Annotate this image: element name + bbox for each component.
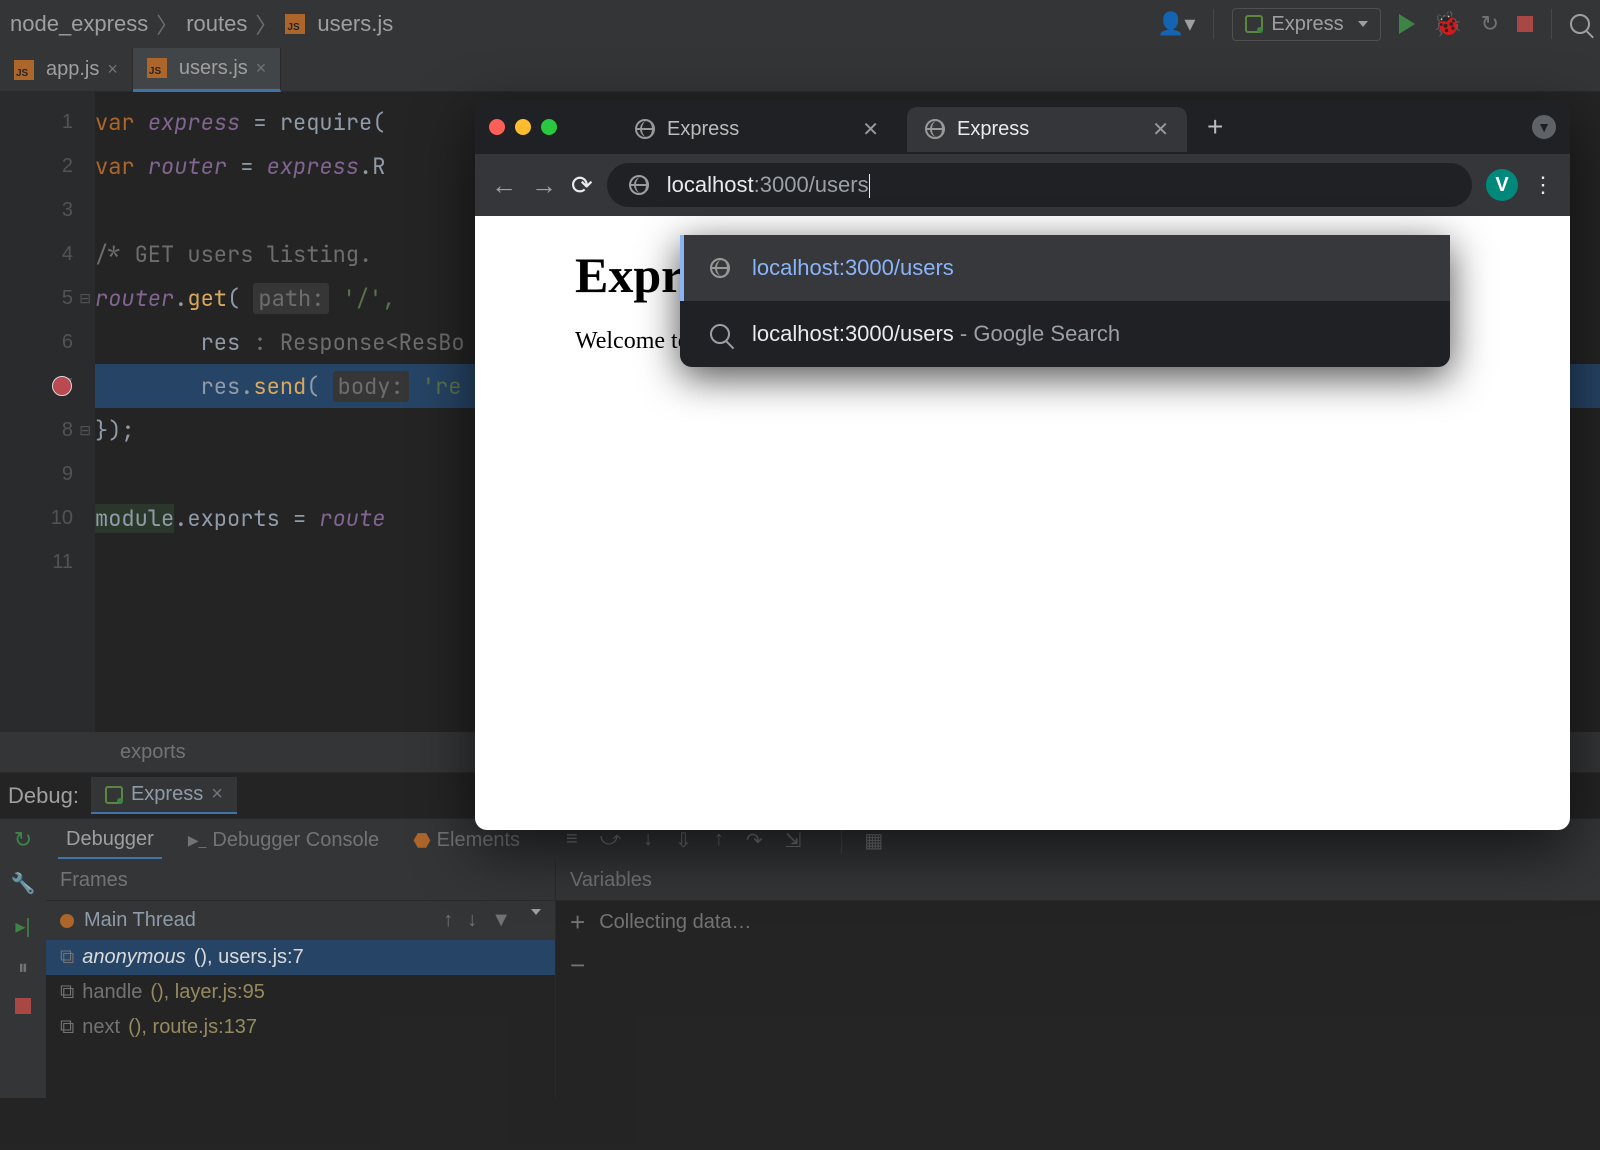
- globe-icon: [635, 119, 655, 139]
- close-icon[interactable]: ✕: [862, 117, 879, 142]
- omnibox-suggestion-search[interactable]: localhost:3000/users - Google Search: [680, 301, 1450, 367]
- text-cursor: [869, 174, 870, 198]
- reload-button[interactable]: ⟳: [571, 170, 593, 201]
- close-window-icon[interactable]: [489, 119, 505, 135]
- globe-icon: [925, 119, 945, 139]
- address-bar[interactable]: localhost:3000/users: [607, 163, 1472, 207]
- minimize-window-icon[interactable]: [515, 119, 531, 135]
- profile-avatar[interactable]: V: [1486, 169, 1518, 201]
- search-icon: [710, 324, 730, 344]
- close-icon[interactable]: ✕: [1152, 117, 1169, 142]
- tab-list-button[interactable]: ▼: [1532, 115, 1556, 139]
- window-controls[interactable]: [489, 119, 557, 135]
- browser-window: Express ✕ Express ✕ + ▼ ← → ⟳ localhost:…: [475, 100, 1570, 830]
- maximize-window-icon[interactable]: [541, 119, 557, 135]
- omnibox-suggestion[interactable]: localhost:3000/users: [680, 235, 1450, 301]
- omnibox-suggestions: localhost:3000/users localhost:3000/user…: [680, 235, 1450, 367]
- browser-tab-active[interactable]: Express ✕: [907, 107, 1187, 152]
- new-tab-button[interactable]: +: [1207, 111, 1223, 143]
- globe-icon: [710, 258, 730, 278]
- globe-icon: [629, 175, 649, 195]
- back-button[interactable]: ←: [491, 170, 517, 201]
- menu-icon[interactable]: ⋮: [1532, 172, 1554, 198]
- browser-tab[interactable]: Express ✕: [617, 107, 897, 152]
- forward-button[interactable]: →: [531, 170, 557, 201]
